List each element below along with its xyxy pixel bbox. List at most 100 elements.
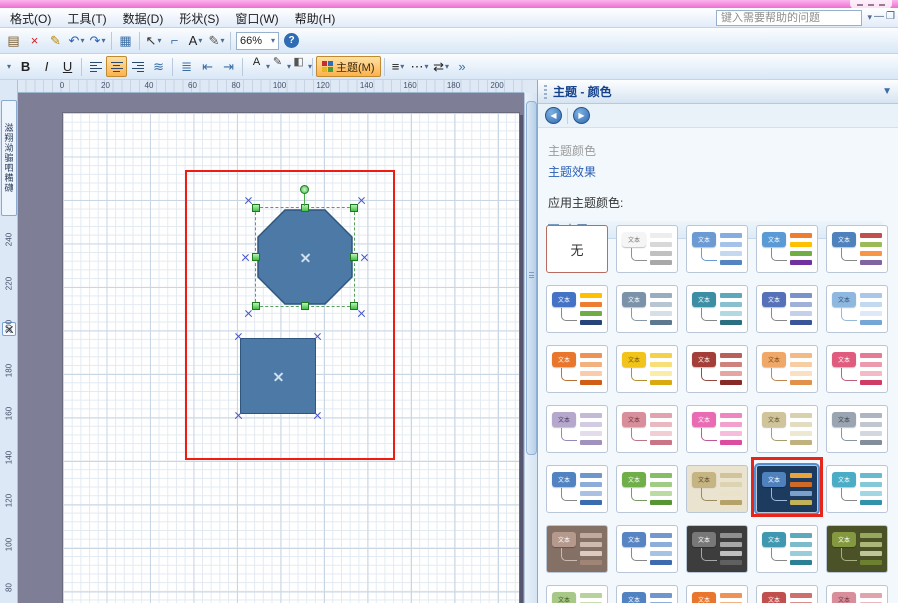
underline-button[interactable]: U [57,56,78,77]
theme-thumbnail[interactable]: 文本 [826,525,888,573]
theme-thumbnail[interactable]: 文本 [616,585,678,603]
format-painter-button[interactable]: ✎ [45,30,66,51]
theme-thumbnail[interactable]: 文本 [616,405,678,453]
increase-indent-button[interactable]: ⇥ [218,56,239,77]
line-pattern-button[interactable]: ⋯▾ [409,56,431,77]
theme-thumbnail[interactable]: 文本 [686,285,748,333]
menu-item[interactable]: 数据(D) [115,8,172,29]
theme-thumbnail[interactable]: 文本 [686,225,748,273]
zoom-caret[interactable]: ▾ [271,36,275,45]
align-shapes-button[interactable]: ≋ [148,56,169,77]
undo-button[interactable]: ↶▾ [66,30,87,51]
theme-thumbnail[interactable]: 文本 [616,465,678,513]
theme-thumbnail[interactable]: 文本 [756,585,818,603]
connector-tool-button[interactable]: ⌐ [164,30,185,51]
drawing-explorer-button[interactable]: ▦ [115,30,136,51]
theme-button[interactable]: 主题(M) [316,56,381,77]
dropdown-caret[interactable]: ▾ [308,62,312,71]
align-center-button[interactable] [106,56,127,77]
help-search-input[interactable] [716,10,862,26]
bullets-button[interactable]: ≣ [176,56,197,77]
octagon-shape-group[interactable] [257,209,353,305]
align-left-button[interactable] [85,56,106,77]
resize-handle[interactable] [301,204,309,212]
zoom-combo[interactable]: 66%▾ [236,32,279,50]
theme-thumbnail[interactable]: 文本 [686,585,748,603]
menu-item[interactable]: 格式(O) [2,8,59,29]
italic-button[interactable]: I [36,56,57,77]
dropdown-caret[interactable]: ▾ [445,62,449,71]
menu-item[interactable]: 窗口(W) [227,8,286,29]
resize-handle[interactable] [350,253,358,261]
line-ends-button[interactable]: ⇄▾ [431,56,452,77]
theme-thumbnail[interactable]: 文本 [616,525,678,573]
back-button[interactable]: ◀ [545,107,562,124]
shapes-pane-tab[interactable]: 滋翔泑骟呬糒礴 [1,100,17,216]
dropdown-caret[interactable]: ▾ [3,62,15,71]
theme-thumbnail[interactable]: 文本 [826,285,888,333]
help-dropdown-caret[interactable]: ▾ [867,12,872,23]
theme-thumbnail[interactable]: 文本 [616,225,678,273]
rotation-handle[interactable] [300,185,309,194]
theme-thumbnail[interactable]: 文本 [756,285,818,333]
theme-thumbnail[interactable]: 文本 [756,405,818,453]
dropdown-caret[interactable]: ▾ [80,36,84,45]
square-shape-group[interactable] [240,338,316,414]
theme-thumbnail[interactable]: 文本 [616,285,678,333]
theme-thumbnail[interactable]: 文本 [756,525,818,573]
resize-handle[interactable] [350,204,358,212]
dropdown-caret[interactable]: ▾ [198,36,202,45]
fill-color-button[interactable]: ◧▾ [288,56,309,77]
scrollbar-thumb[interactable] [526,101,537,455]
theme-thumbnail[interactable]: 文本 [686,345,748,393]
resize-handle[interactable] [252,204,260,212]
theme-thumbnail[interactable]: 文本 [546,465,608,513]
theme-thumbnail[interactable]: 文本 [546,285,608,333]
theme-thumbnail[interactable]: 文本 [826,465,888,513]
dropdown-caret[interactable]: ▾ [101,36,105,45]
theme-thumbnail[interactable]: 文本 [546,525,608,573]
theme-thumbnail[interactable]: 文本 [686,525,748,573]
line-weight-button[interactable]: ≡▾ [388,56,409,77]
theme-thumbnail[interactable]: 文本 [686,465,748,513]
theme-effects-link[interactable]: 主题效果 [548,163,883,180]
menu-item[interactable]: 形状(S) [171,8,227,29]
paste-button[interactable]: ▤ [3,30,24,51]
toolbar-options-button[interactable]: » [452,56,473,77]
text-tool-button[interactable]: A▾ [185,30,206,51]
pencil-tool-button[interactable]: ✎▾ [206,30,227,51]
dropdown-caret[interactable]: ▾ [425,62,429,71]
vertical-scrollbar[interactable] [524,93,537,603]
theme-thumbnail[interactable]: 文本 [546,345,608,393]
decrease-indent-button[interactable]: ⇤ [197,56,218,77]
theme-thumbnail[interactable]: 无 [546,225,608,273]
resize-handle[interactable] [301,302,309,310]
drawing-canvas[interactable] [18,93,524,603]
theme-thumbnail[interactable]: 文本 [546,405,608,453]
dropdown-caret[interactable]: ▾ [266,62,270,71]
minimize-window-icon[interactable]: — [874,11,884,22]
dropdown-caret[interactable]: ▾ [400,62,404,71]
redo-button[interactable]: ↷▾ [87,30,108,51]
theme-thumbnail[interactable]: 文本 [826,405,888,453]
help-button[interactable]: ? [281,30,302,51]
forward-button[interactable]: ▶ [573,107,590,124]
line-color-button[interactable]: ✎▾ [267,56,288,77]
dropdown-caret[interactable]: ▾ [157,36,161,45]
menu-item[interactable]: 帮助(H) [287,8,344,29]
theme-thumbnail[interactable]: 文本 [826,225,888,273]
theme-thumbnail[interactable]: 文本 [686,405,748,453]
theme-thumbnail[interactable]: 文本 [616,345,678,393]
align-right-button[interactable] [127,56,148,77]
theme-thumbnail[interactable]: 文本 [756,345,818,393]
resize-handle[interactable] [252,302,260,310]
pointer-tool-button[interactable]: ↖▾ [143,30,164,51]
delete-button[interactable]: × [24,30,45,51]
theme-thumbnail[interactable]: 文本 [826,345,888,393]
menu-item[interactable]: 工具(T) [59,8,114,29]
pane-drag-handle[interactable] [544,85,547,99]
resize-handle[interactable] [252,253,260,261]
dropdown-caret[interactable]: ▾ [287,62,291,71]
theme-thumbnail[interactable]: 文本 [546,585,608,603]
dropdown-caret[interactable]: ▾ [220,36,224,45]
